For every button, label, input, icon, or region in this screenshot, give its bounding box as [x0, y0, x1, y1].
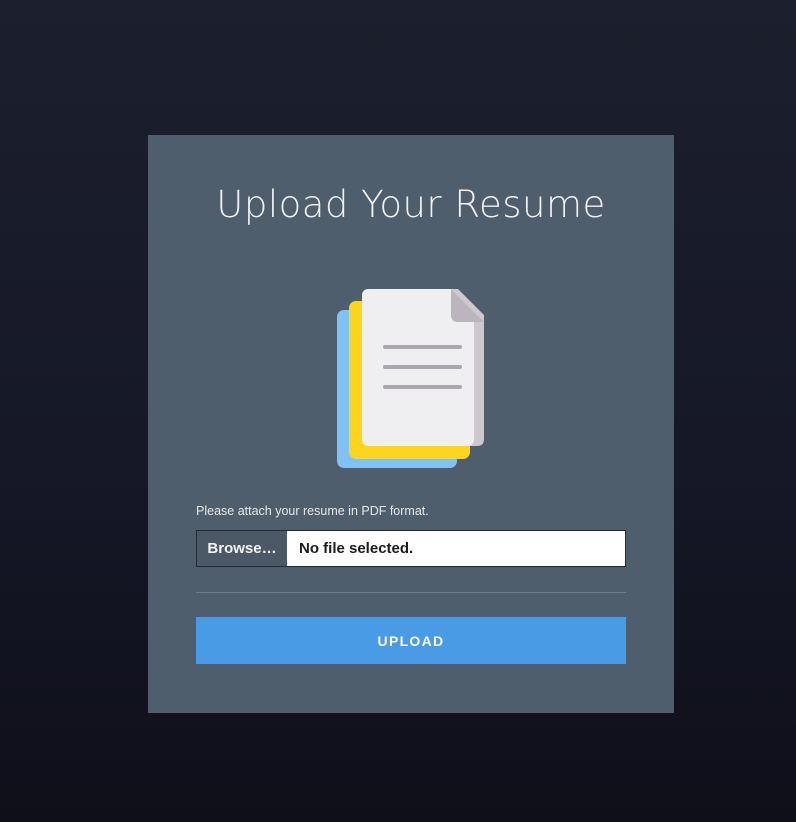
upload-button[interactable]: UPLOAD: [196, 617, 626, 664]
upload-card: Upload Your Resume Please attach your re…: [148, 135, 674, 713]
file-status-text: No file selected.: [299, 540, 414, 557]
document-stack-icon: [337, 288, 487, 470]
divider: [196, 592, 626, 593]
browse-button[interactable]: Browse…: [197, 531, 287, 566]
attach-hint: Please attach your resume in PDF format.: [196, 504, 429, 518]
resume-file-input[interactable]: Browse… No file selected.: [196, 530, 626, 567]
page-title: Upload Your Resume: [216, 183, 606, 226]
